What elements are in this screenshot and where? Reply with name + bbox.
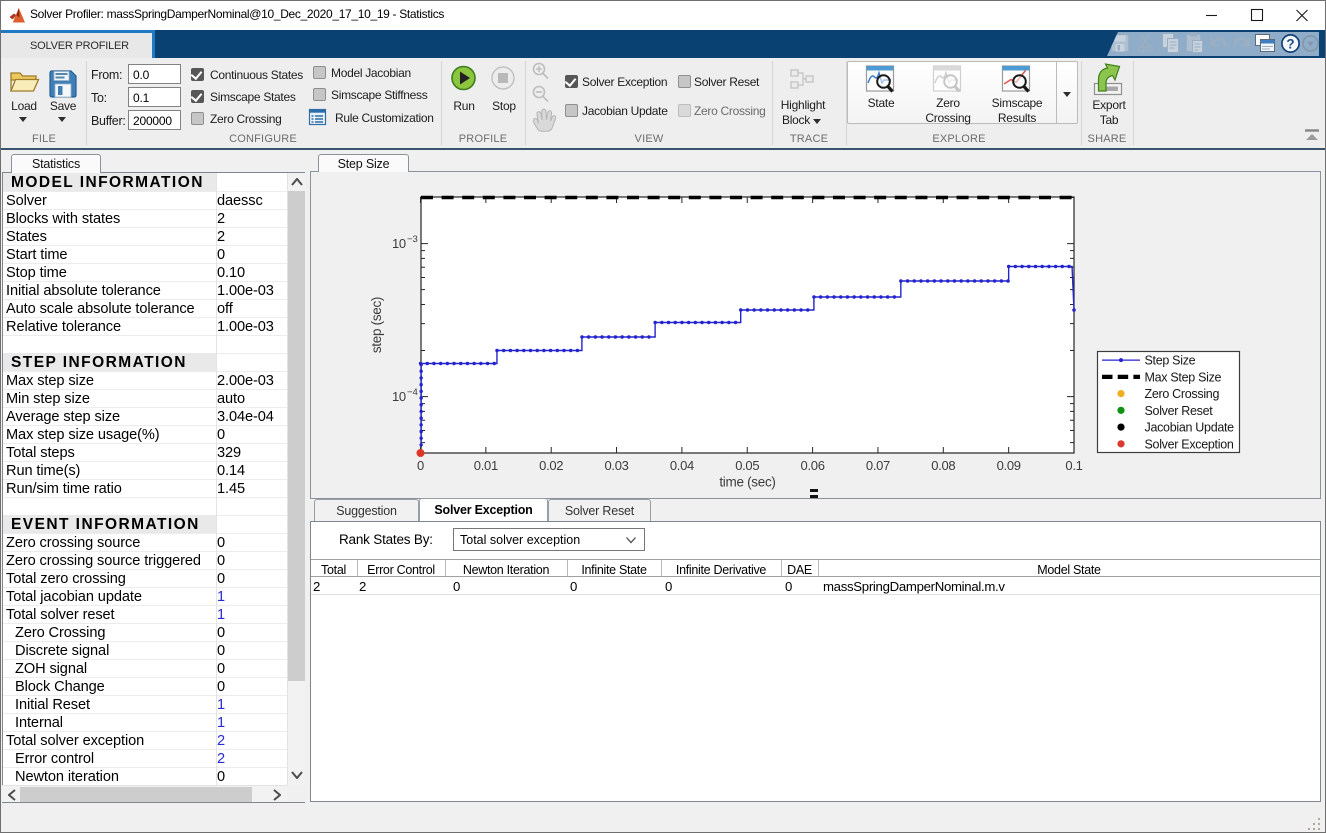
svg-text:0.1: 0.1: [1065, 458, 1082, 473]
svg-text:0: 0: [417, 458, 424, 473]
svg-text:10: 10: [392, 236, 406, 251]
svg-text:Max Step Size: Max Step Size: [1145, 370, 1222, 384]
svg-text:Solver Exception: Solver Exception: [1145, 437, 1234, 451]
svg-text:0.05: 0.05: [735, 458, 759, 473]
svg-text:Solver Reset: Solver Reset: [1145, 404, 1214, 418]
svg-text:0.06: 0.06: [801, 458, 825, 473]
svg-text:0.01: 0.01: [474, 458, 498, 473]
svg-text:−4: −4: [407, 387, 418, 398]
svg-text:0.08: 0.08: [931, 458, 955, 473]
svg-text:Step Size: Step Size: [1145, 354, 1196, 368]
svg-text:10: 10: [392, 389, 406, 404]
svg-text:0.04: 0.04: [670, 458, 694, 473]
svg-text:time (sec): time (sec): [719, 475, 775, 490]
svg-text:?: ?: [1286, 37, 1294, 52]
svg-text:Zero Crossing: Zero Crossing: [1145, 387, 1220, 401]
svg-text:Jacobian Update: Jacobian Update: [1145, 421, 1235, 435]
svg-text:−3: −3: [407, 234, 418, 245]
svg-text:0.03: 0.03: [604, 458, 628, 473]
svg-text:step (sec): step (sec): [369, 297, 384, 353]
svg-text:0.02: 0.02: [539, 458, 563, 473]
svg-text:0.09: 0.09: [997, 458, 1021, 473]
svg-text:0.07: 0.07: [866, 458, 890, 473]
